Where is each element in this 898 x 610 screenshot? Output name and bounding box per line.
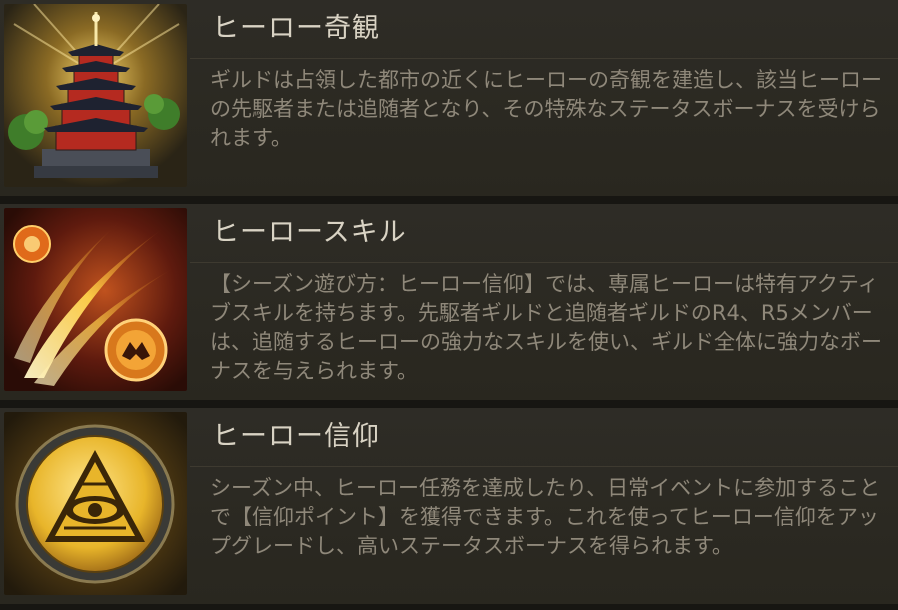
fire-skill-orbs-icon (4, 208, 187, 391)
card-title: ヒーロースキル (212, 217, 407, 248)
card-description: シーズン中、ヒーロー任務を達成したり、日常イベントに参加することで【信仰ポイント… (210, 476, 881, 558)
pagoda-tower-icon (4, 4, 187, 187)
eye-pyramid-medal-icon (4, 412, 187, 595)
card-title: ヒーロー奇観 (212, 13, 380, 44)
info-card-hero-faith: ヒーロー信仰 シーズン中、ヒーロー任務を達成したり、日常イベントに参加することで… (0, 408, 898, 604)
divider (190, 466, 898, 467)
card-title: ヒーロー信仰 (212, 421, 380, 452)
divider (190, 58, 898, 59)
card-description: 【シーズン遊び方：ヒーロー信仰】では、専属ヒーローは特有アクティブスキルを持ちま… (210, 272, 882, 383)
info-card-hero-wonder: ヒーロー奇観 ギルドは占領した都市の近くにヒーローの奇観を建造し、該当ヒーローの… (0, 0, 898, 196)
card-description: ギルドは占領した都市の近くにヒーローの奇観を建造し、該当ヒーローの先駆者または追… (210, 68, 882, 150)
divider (190, 262, 898, 263)
info-card-hero-skill: ヒーロースキル 【シーズン遊び方：ヒーロー信仰】では、専属ヒーローは特有アクティ… (0, 204, 898, 400)
